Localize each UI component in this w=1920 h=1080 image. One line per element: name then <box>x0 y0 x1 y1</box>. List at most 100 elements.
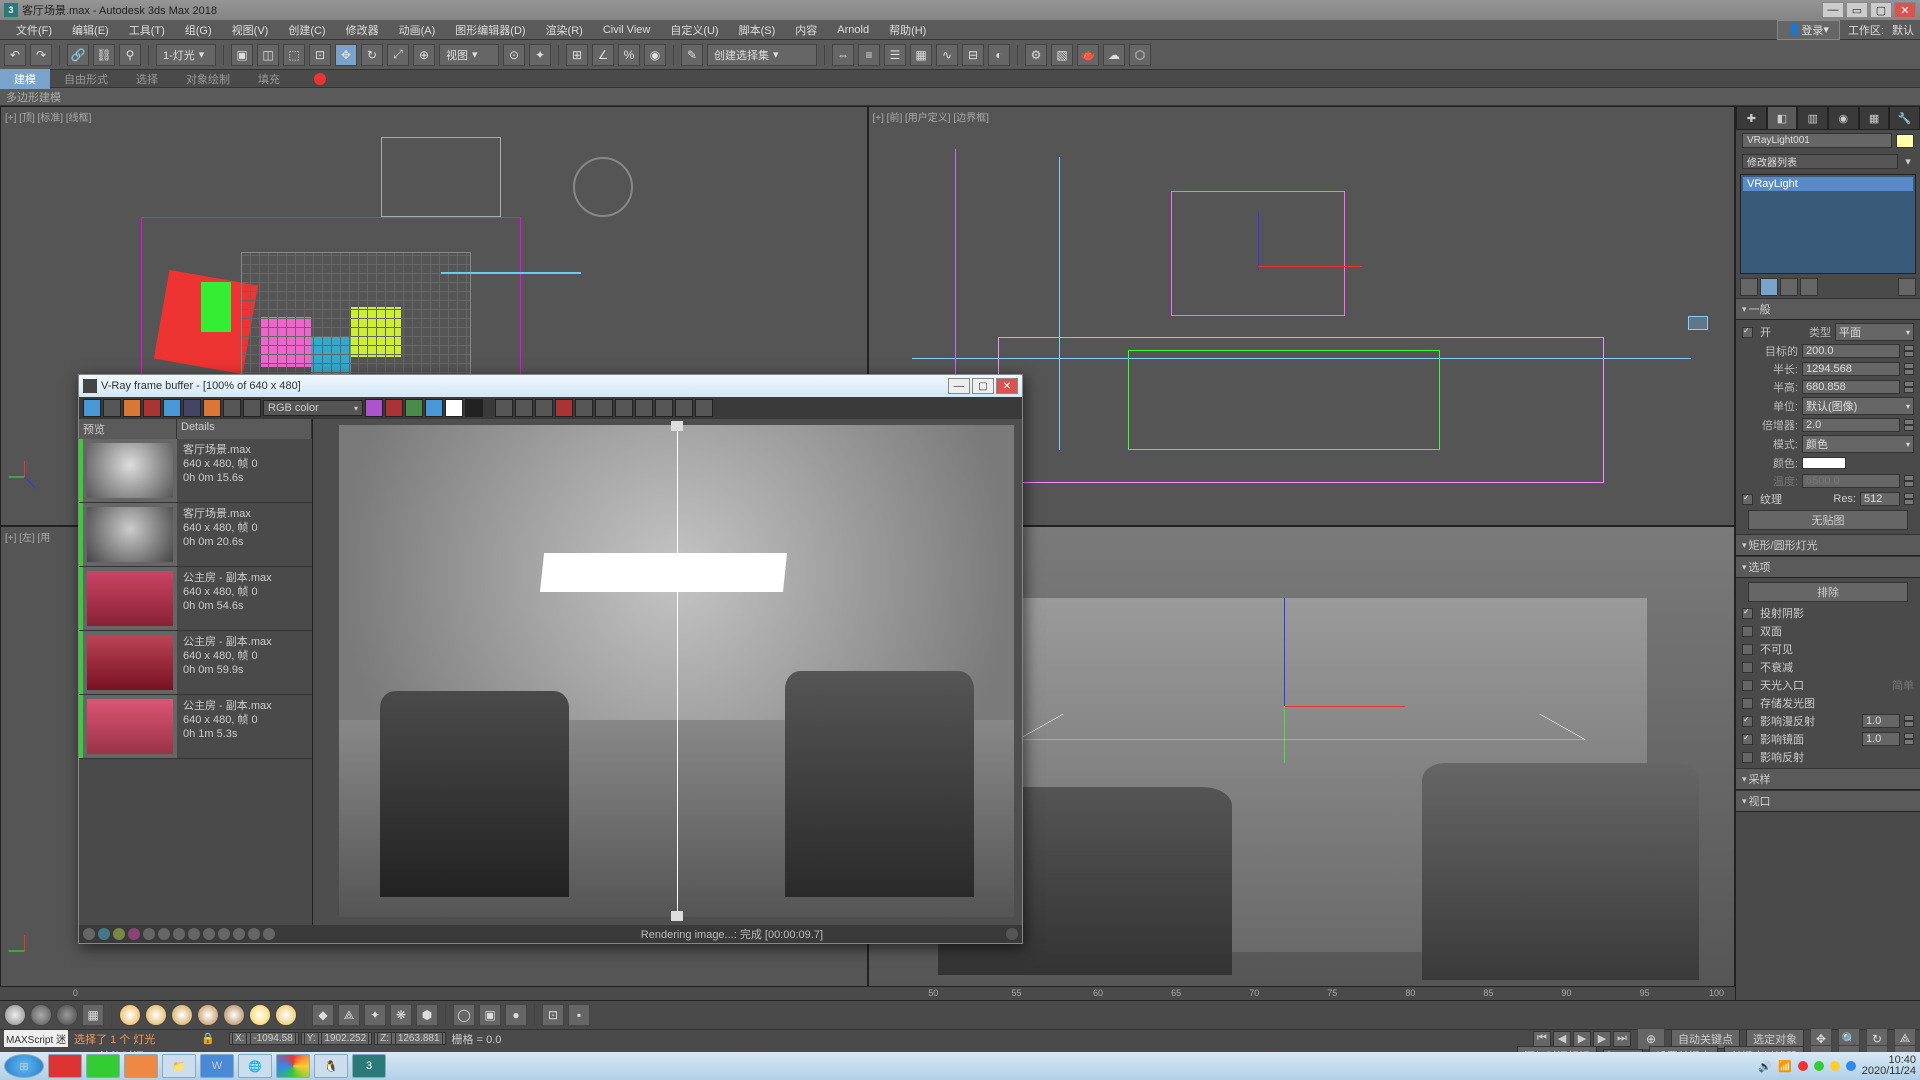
vfb-g-button[interactable] <box>405 399 423 417</box>
menu-modifier[interactable]: 修改器 <box>336 22 389 38</box>
z-coord[interactable]: Z: 1263.881 <box>374 1032 445 1045</box>
vfb-history-hdr-details[interactable]: Details <box>177 419 312 439</box>
vfb-B-button[interactable] <box>203 399 221 417</box>
select-window-button[interactable]: ⬚ <box>283 44 305 66</box>
exclude-button[interactable]: 排除 <box>1748 582 1908 602</box>
cmdpanel-tab-utilities[interactable]: 🔧 <box>1889 106 1920 130</box>
vfb-channel-dropdown[interactable]: RGB color▾ <box>263 400 363 416</box>
menu-arnold[interactable]: Arnold <box>827 24 879 36</box>
curve-editor[interactable]: ∿ <box>936 44 958 66</box>
vfb-status-icon[interactable] <box>98 928 110 940</box>
vfb-close[interactable]: ✕ <box>996 378 1018 394</box>
vfb-status-icon[interactable] <box>248 928 260 940</box>
render-frame[interactable]: ▧ <box>1051 44 1073 66</box>
units-dropdown[interactable]: 默认(图像)▾ <box>1802 397 1914 415</box>
timeline-ruler[interactable]: 0 50 55 60 65 70 75 80 85 90 95 100 <box>0 986 1735 1000</box>
vfb-history-save[interactable] <box>123 399 141 417</box>
vfb-history-hdr-preview[interactable]: 预览 <box>79 419 177 439</box>
named-sel-edit[interactable]: ✎ <box>681 44 703 66</box>
menu-script[interactable]: 脚本(S) <box>729 22 786 38</box>
helper3[interactable]: ✦ <box>364 1004 386 1026</box>
unlink-button[interactable]: ⛓ <box>93 44 115 66</box>
angle-snap[interactable]: ∠ <box>592 44 614 66</box>
object-color-swatch[interactable] <box>1896 134 1914 148</box>
stack-pin-icon[interactable] <box>1740 278 1758 296</box>
vfb-status-icon[interactable] <box>188 928 200 940</box>
modifier-stack-item[interactable]: VRayLight <box>1743 177 1913 191</box>
mirror-button[interactable]: ⇔ <box>832 44 854 66</box>
tray-icon[interactable] <box>1814 1061 1824 1071</box>
texture-slot-button[interactable]: 无贴图 <box>1748 510 1908 530</box>
taskbar-app1[interactable] <box>48 1054 82 1078</box>
light-sun[interactable] <box>249 1004 271 1026</box>
link-button[interactable]: 🔗 <box>67 44 89 66</box>
percent-snap[interactable]: % <box>618 44 640 66</box>
prev-frame[interactable]: ◀ <box>1553 1031 1571 1047</box>
material-editor[interactable]: ◐ <box>988 44 1010 66</box>
cmdpanel-tab-modify[interactable]: ◧ <box>1767 106 1798 130</box>
vfb-titlebar[interactable]: V-Ray frame buffer - [100% of 640 x 480]… <box>79 375 1022 397</box>
vray-frame-buffer-window[interactable]: V-Ray frame buffer - [100% of 640 x 480]… <box>78 374 1023 944</box>
helper4[interactable]: ❋ <box>390 1004 412 1026</box>
os-taskbar[interactable]: ⊞ 📁 W 🌐 🐧 3 🔊 📶 10:40 2020/11/24 <box>0 1052 1920 1080</box>
menu-custom[interactable]: 自定义(U) <box>660 22 728 38</box>
cam1[interactable]: ◯ <box>453 1004 475 1026</box>
close-button[interactable]: ✕ <box>1894 2 1916 18</box>
ribbon-tab-modeling[interactable]: 建模 <box>0 69 50 89</box>
cmdpanel-tab-create[interactable]: ✚ <box>1736 106 1767 130</box>
render-online[interactable]: ☁ <box>1103 44 1125 66</box>
cb-skyportal[interactable] <box>1742 680 1753 691</box>
light-dropdown[interactable]: 1-灯光 ▾ <box>156 44 216 66</box>
move-button[interactable]: ✥ <box>335 44 357 66</box>
vfb-history-item[interactable]: 客厅场景.max640 x 480, 帧 00h 0m 20.6s <box>79 503 312 567</box>
cb-nodecay[interactable] <box>1742 662 1753 673</box>
vfb-stop-button[interactable] <box>655 399 673 417</box>
vfb-collapse-icon[interactable] <box>1006 928 1018 940</box>
menu-anim[interactable]: 动画(A) <box>389 22 446 38</box>
diffuse-value[interactable]: 1.0 <box>1862 714 1900 728</box>
vfb-minimize[interactable]: — <box>948 378 970 394</box>
light-ies[interactable] <box>275 1004 297 1026</box>
cb-store[interactable] <box>1742 698 1753 709</box>
stack-remove-icon[interactable] <box>1800 278 1818 296</box>
cb-doublesided[interactable] <box>1742 626 1753 637</box>
vfb-status-icon[interactable] <box>83 928 95 940</box>
manip-button[interactable]: ✦ <box>529 44 551 66</box>
cb-on[interactable] <box>1742 327 1753 338</box>
undo-button[interactable]: ↶ <box>4 44 26 66</box>
misc2[interactable]: ▪ <box>568 1004 590 1026</box>
vfb-r-button[interactable] <box>385 399 403 417</box>
cb-texture[interactable] <box>1742 494 1753 505</box>
render-button[interactable]: 🫖 <box>1077 44 1099 66</box>
cmdpanel-tab-hierarchy[interactable]: ▥ <box>1797 106 1828 130</box>
mode-dropdown[interactable]: 颜色▾ <box>1802 435 1914 453</box>
taskbar-3dsmax[interactable]: 3 <box>352 1054 386 1078</box>
login-button[interactable]: 👤 登录 ▾ <box>1777 20 1840 40</box>
stack-show-icon[interactable] <box>1760 278 1778 296</box>
refcoord-dropdown[interactable]: 视图 ▾ <box>439 44 499 66</box>
vfb-maximize[interactable]: ▢ <box>972 378 994 394</box>
vfb-b-button[interactable] <box>425 399 443 417</box>
mat-grid[interactable]: ▦ <box>82 1004 104 1026</box>
named-sel-dropdown[interactable]: 创建选择集 ▾ <box>707 44 817 66</box>
ribbon-tab-objectpaint[interactable]: 对象绘制 <box>172 69 244 89</box>
vfb-region-button[interactable] <box>575 399 593 417</box>
taskbar-chrome[interactable] <box>276 1054 310 1078</box>
goto-end[interactable]: ⏭ <box>1613 1031 1631 1047</box>
y-coord[interactable]: Y: 1902.252 <box>301 1032 372 1045</box>
cb-shadows[interactable] <box>1742 608 1753 619</box>
vfb-history-item[interactable]: 公主房 - 副本.max640 x 480, 帧 00h 1m 5.3s <box>79 695 312 759</box>
maxscript-listener[interactable]: MAXScript 迷 <box>4 1030 68 1047</box>
cmdpanel-tab-display[interactable]: ▦ <box>1859 106 1890 130</box>
pivot-button[interactable]: ⊙ <box>503 44 525 66</box>
vfb-track-button[interactable] <box>595 399 613 417</box>
vfb-swap-button[interactable] <box>223 399 241 417</box>
vfb-status-icon[interactable] <box>263 928 275 940</box>
cam2[interactable]: ▣ <box>479 1004 501 1026</box>
light-area[interactable] <box>197 1004 219 1026</box>
helper5[interactable]: ⬢ <box>416 1004 438 1026</box>
vfb-status-icon[interactable] <box>143 928 155 940</box>
target-value[interactable]: 200.0 <box>1802 344 1900 358</box>
menu-help[interactable]: 帮助(H) <box>879 22 936 38</box>
vfb-history-item[interactable]: 公主房 - 副本.max640 x 480, 帧 00h 0m 59.9s <box>79 631 312 695</box>
